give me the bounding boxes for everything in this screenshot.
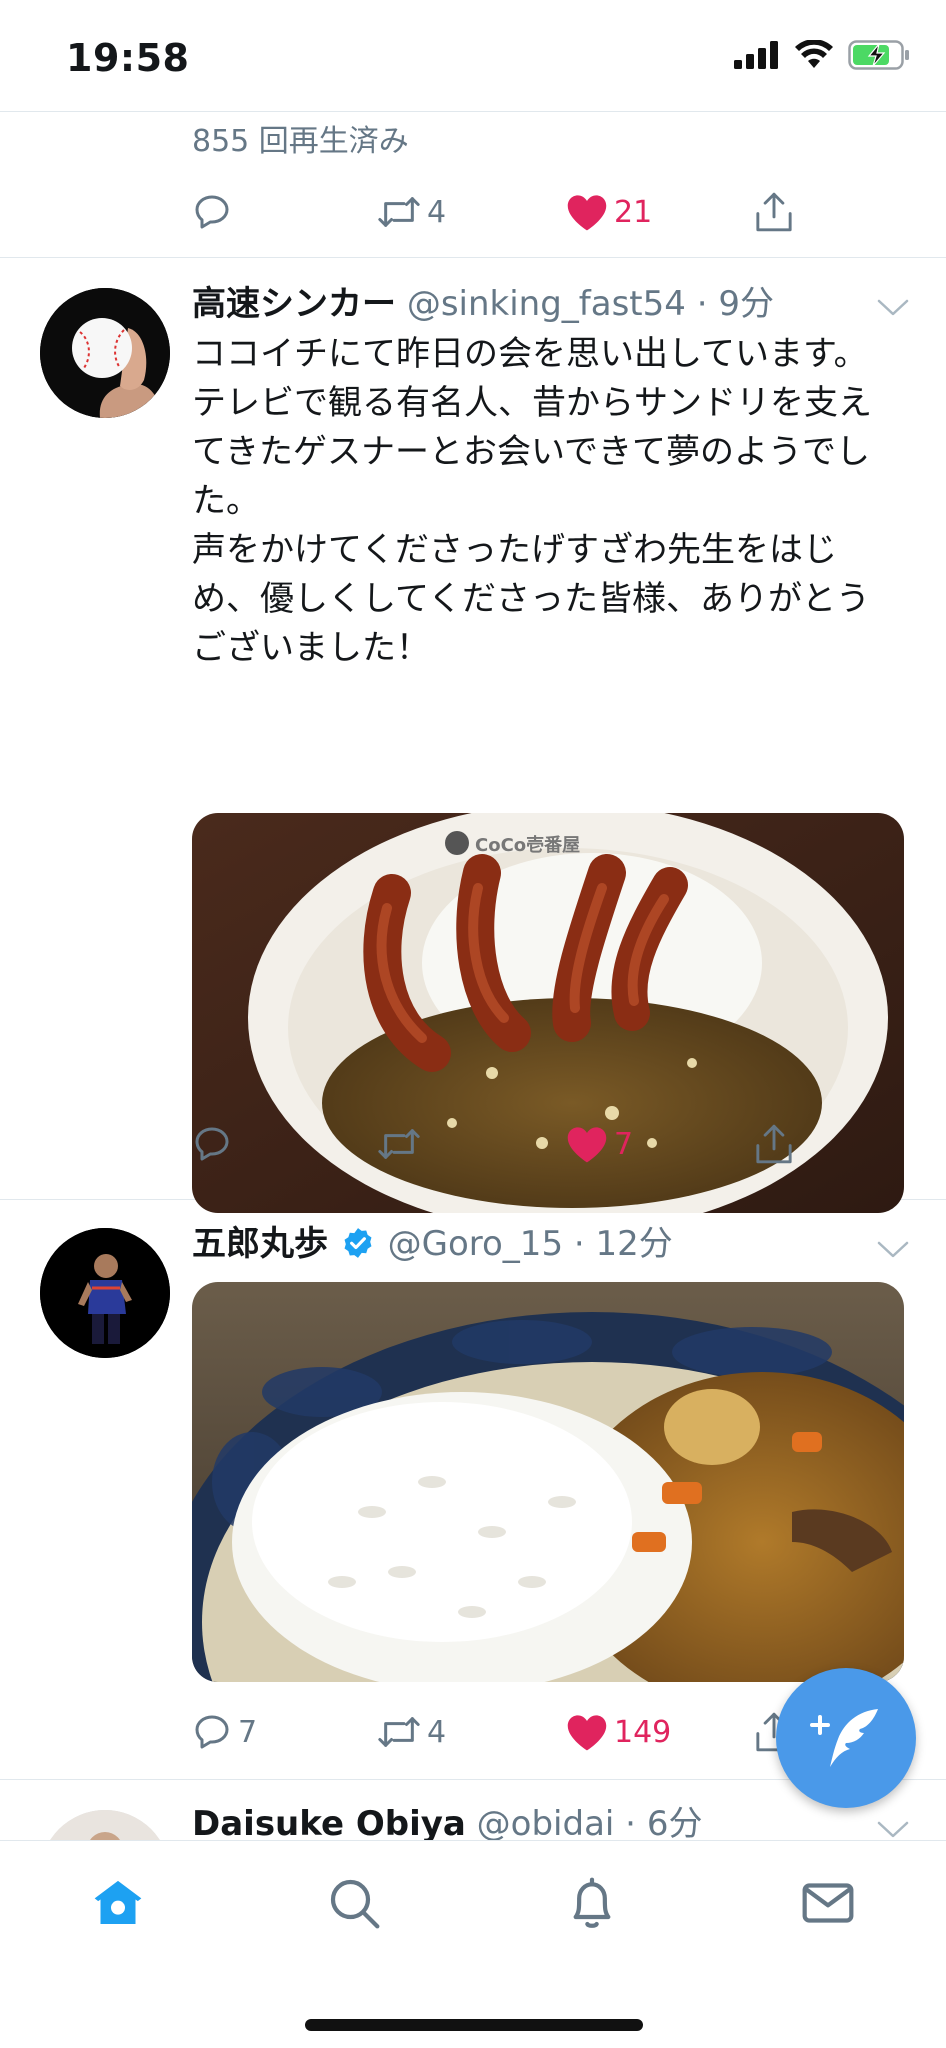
retweet-button[interactable] [377, 1114, 421, 1174]
handle[interactable]: @sinking_fast54 [407, 284, 686, 324]
share-button[interactable] [754, 182, 794, 242]
heart-icon [567, 1715, 607, 1751]
tweet-image[interactable] [192, 1282, 904, 1682]
display-name[interactable]: 五郎丸歩 [192, 1224, 328, 1264]
like-button[interactable]: 21 [566, 182, 652, 242]
avatar[interactable] [40, 288, 170, 418]
tweet-actions: 7 [192, 1114, 912, 1174]
tweet-time: 9分 [718, 284, 774, 324]
chevron-down-icon[interactable] [876, 1820, 910, 1840]
tweet-text: ココイチにて昨日の会を思い出しています。 テレビで観る有名人、昔からサンドリを支… [192, 334, 872, 668]
tab-notifications[interactable] [560, 1871, 624, 1935]
separator: · [685, 284, 719, 324]
like-count: 149 [614, 1714, 672, 1750]
heart-icon [567, 1127, 607, 1163]
chevron-down-icon[interactable] [876, 298, 910, 318]
share-icon [756, 192, 792, 232]
tab-messages[interactable] [796, 1871, 860, 1935]
compose-tweet-button[interactable] [776, 1668, 916, 1808]
like-count: 7 [614, 1126, 634, 1162]
tab-search[interactable] [322, 1871, 386, 1935]
retweet-icon [378, 197, 420, 227]
home-indicator[interactable] [305, 2019, 643, 2031]
retweet-button[interactable]: 4 [377, 1702, 446, 1762]
reply-icon [195, 1715, 229, 1749]
tweet-time: 12分 [595, 1224, 673, 1264]
chevron-down-icon[interactable] [876, 1240, 910, 1260]
share-icon [756, 1124, 792, 1164]
heart-icon [567, 195, 607, 231]
home-icon [94, 1880, 142, 1924]
tweet-time: 6分 [646, 1804, 703, 1840]
battery-icon [848, 40, 909, 70]
bottom-tab-bar [0, 1840, 946, 2048]
reply-button[interactable] [192, 182, 232, 242]
timeline-feed[interactable]: 855 回再生済み 4 21 高速シンカー @sinking_fast54 · … [0, 112, 946, 1840]
retweet-icon [378, 1717, 420, 1747]
tab-home[interactable] [86, 1871, 150, 1935]
verified-badge-icon [344, 1228, 372, 1258]
wifi-icon [795, 40, 833, 68]
retweet-icon [378, 1129, 420, 1159]
retweet-count: 4 [427, 1714, 447, 1750]
separator: · [614, 1804, 647, 1840]
like-button[interactable]: 7 [566, 1114, 633, 1174]
reply-count: 7 [238, 1714, 258, 1750]
reply-icon [195, 195, 229, 229]
display-name[interactable]: Daisuke Obiya [192, 1804, 466, 1840]
display-name[interactable]: 高速シンカー [192, 284, 396, 324]
curry-rice-photo [192, 1282, 904, 1682]
tweet-actions: 4 21 [192, 182, 912, 242]
bell-icon [573, 1877, 611, 1928]
share-button[interactable] [754, 1114, 794, 1174]
status-time: 19:58 [66, 36, 190, 80]
status-bar: 19:58 [0, 0, 946, 112]
tweet-item[interactable]: 高速シンカー @sinking_fast54 · 9分 ココイチにて昨日の会を思… [0, 258, 946, 1213]
plate-logo: CoCo壱番屋 [475, 834, 580, 856]
tweet-header: 高速シンカー @sinking_fast54 · 9分 [192, 282, 926, 326]
tweet-item[interactable]: 855 回再生済み 4 21 [0, 112, 946, 258]
like-button[interactable]: 149 [566, 1702, 671, 1762]
signal-icon [734, 41, 778, 69]
avatar[interactable] [40, 1228, 170, 1358]
reply-icon [195, 1127, 229, 1161]
reply-button[interactable] [192, 1114, 232, 1174]
separator: · [563, 1224, 596, 1264]
player-avatar-image [40, 1228, 170, 1358]
retweet-count: 4 [427, 194, 447, 230]
like-count: 21 [614, 194, 653, 230]
twitter-timeline-screen: 19:58 855 回再生済み 4 21 高速シンカー @sinking_fas… [0, 0, 946, 2048]
tweet-header: 五郎丸歩 @Goro_15 · 12分 [192, 1222, 926, 1266]
reply-button[interactable]: 7 [192, 1702, 257, 1762]
user-avatar-image [40, 1810, 170, 1840]
views-count: 855 回再生済み [192, 124, 409, 159]
handle[interactable]: @Goro_15 [388, 1224, 563, 1264]
avatar[interactable] [40, 1810, 170, 1840]
status-icons [734, 40, 910, 70]
baseball-avatar-image [40, 288, 170, 418]
retweet-button[interactable]: 4 [377, 182, 446, 242]
compose-feather-icon [810, 1709, 878, 1767]
mail-icon [802, 1883, 854, 1923]
tweet-header: Daisuke Obiya @obidai · 6分 [192, 1802, 926, 1840]
search-icon [330, 1879, 380, 1929]
handle[interactable]: @obidai [477, 1804, 615, 1840]
